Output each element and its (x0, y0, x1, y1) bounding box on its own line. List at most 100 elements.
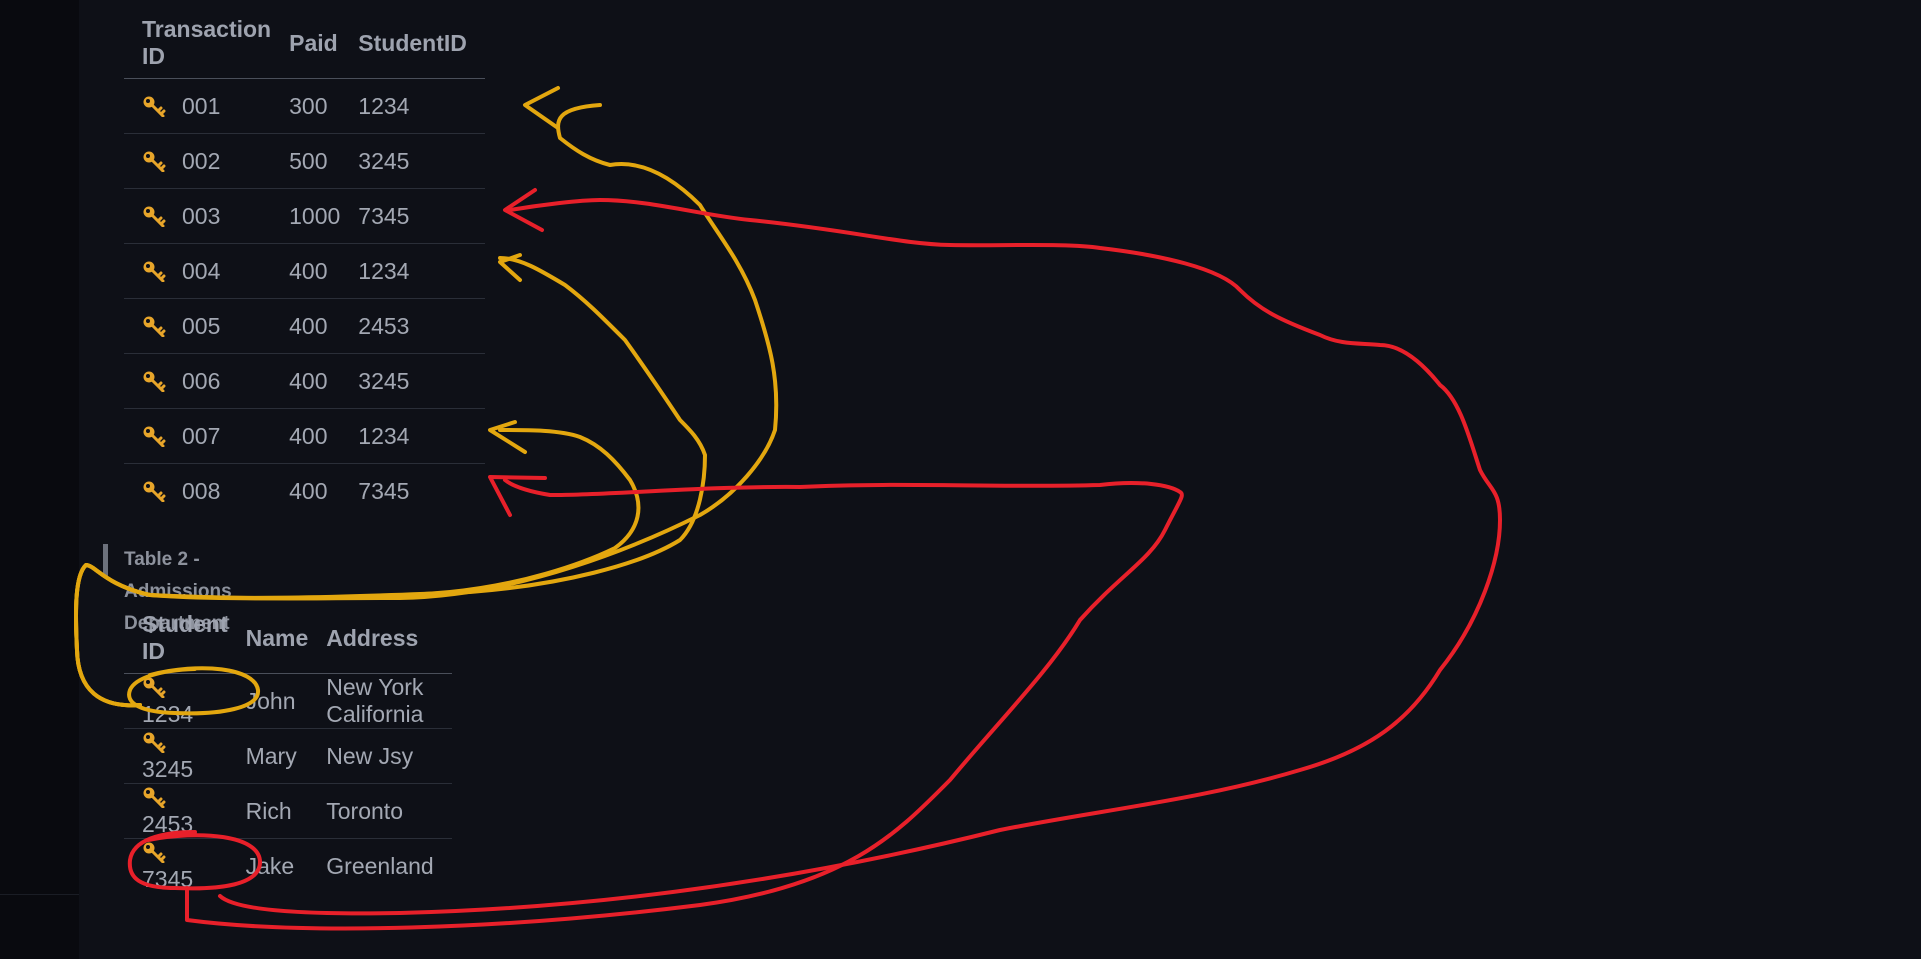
key-icon (142, 260, 168, 282)
students-body: 1234 John New York California 3245 Mary New J… (124, 673, 452, 894)
cell-text: 7345 (358, 202, 410, 229)
table-cell: Mary (227, 728, 309, 784)
table-cell: Jake (228, 839, 309, 894)
transactions-body: 001 300 1234 002 500 3245 003 1000 7345 004 400 123… (124, 78, 485, 519)
cell-text: 004 (182, 257, 221, 284)
yellow-arrowhead-2 (498, 253, 522, 282)
key-icon (142, 676, 168, 699)
cell-text: 400 (289, 477, 328, 504)
key-icon (142, 95, 168, 117)
key-icon (142, 480, 168, 502)
column-header-address: Address (308, 603, 452, 674)
table-caption: Table 2 - Admissions Department (103, 544, 232, 634)
key-cell: 1234 (124, 673, 228, 729)
key-cell: 007 (124, 408, 272, 464)
cell-text: 1234 (358, 422, 410, 449)
table-cell: 1234 (340, 78, 485, 134)
cell-text: 400 (289, 312, 328, 339)
key-icon (142, 370, 168, 392)
cell-text: 3245 (358, 147, 410, 174)
cell-text: 1234 (142, 701, 194, 727)
cell-text: 400 (289, 367, 328, 394)
table-row: 001 300 1234 (124, 78, 485, 134)
cell-text: 006 (182, 367, 221, 394)
table-row: 007 400 1234 (124, 408, 485, 464)
cell-text: 3245 (142, 756, 194, 782)
key-icon (142, 150, 168, 172)
table-header-row: Student ID Name Address (124, 603, 452, 674)
table-cell: 400 (271, 464, 340, 519)
key-icon (142, 731, 168, 754)
table-cell: 400 (271, 298, 341, 354)
cell-text: 400 (289, 422, 328, 449)
column-header-student-id: StudentID (340, 8, 485, 79)
table-cell: 3245 (340, 133, 485, 189)
key-cell: 008 (124, 464, 271, 519)
table-row: 008 400 7345 (124, 464, 485, 519)
cell-text: 1234 (358, 257, 410, 284)
cell-text: 2453 (358, 312, 410, 339)
yellow-arrowhead-3 (488, 420, 527, 454)
cell-text: 7345 (142, 866, 194, 892)
key-icon (142, 205, 168, 227)
column-header-paid: Paid (271, 8, 341, 79)
cell-text: 3245 (358, 367, 410, 394)
red-arrowhead-2 (503, 188, 544, 232)
table-cell: Toronto (308, 783, 452, 839)
cell-text: 2453 (142, 811, 194, 837)
table-cell: 400 (271, 243, 341, 299)
transactions-table: Transaction ID Paid StudentID 001 300 1234… (124, 8, 485, 518)
key-cell: 002 (124, 133, 272, 189)
cell-text: Mary (245, 742, 297, 769)
cell-text: Jake (245, 852, 295, 879)
table-cell: Greenland (308, 839, 451, 894)
table-row: 7345 Jake Greenland (124, 839, 452, 894)
key-icon (142, 841, 168, 864)
yellow-arrowhead-1 (523, 86, 560, 130)
cell-text: Rich (245, 797, 292, 824)
cell-text: 1000 (289, 202, 341, 229)
table-row: 3245 Mary New Jsy (124, 728, 452, 784)
table-cell: 300 (271, 78, 341, 134)
table-cell: New York California (308, 673, 452, 729)
table-cell: 400 (271, 408, 341, 464)
cell-text: Greenland (326, 852, 434, 879)
key-cell: 004 (124, 243, 272, 299)
key-cell: 7345 (124, 839, 228, 894)
cell-text: 007 (182, 422, 221, 449)
key-icon (142, 315, 168, 337)
table-row: 2453 Rich Toronto (124, 783, 452, 839)
cell-text: 008 (182, 477, 221, 504)
table-cell: New Jsy (308, 728, 452, 784)
key-cell: 2453 (124, 783, 228, 839)
cell-text: 1234 (358, 92, 410, 119)
cell-text: New York California (326, 674, 424, 727)
key-cell: 3245 (124, 728, 228, 784)
key-icon (142, 786, 168, 809)
key-cell: 005 (124, 298, 272, 354)
left-sidebar (0, 0, 79, 959)
column-header-transaction-id: Transaction ID (124, 8, 272, 79)
key-cell: 003 (124, 188, 272, 244)
table-cell: 400 (271, 353, 341, 409)
table-cell: Rich (227, 783, 309, 839)
red-arrowhead-1 (488, 475, 547, 517)
table-row: 002 500 3245 (124, 133, 485, 189)
table-row: 005 400 2453 (124, 298, 485, 354)
column-header-student-id: Student ID (124, 603, 228, 674)
table-cell: 2453 (340, 298, 485, 354)
cell-text: 002 (182, 147, 221, 174)
table-cell: 1234 (340, 408, 485, 464)
cell-text: 003 (182, 202, 221, 229)
table-cell: John (227, 673, 309, 729)
table-cell: 500 (271, 133, 341, 189)
table-row: 1234 John New York California (124, 673, 452, 729)
table-row: 004 400 1234 (124, 243, 485, 299)
table-row: 006 400 3245 (124, 353, 485, 409)
column-header-name: Name (227, 603, 309, 674)
students-table: Student ID Name Address 1234 John New York… (124, 603, 452, 893)
cell-text: 500 (289, 147, 328, 174)
table-cell: 3245 (340, 353, 485, 409)
sidebar-divider (0, 894, 79, 895)
cell-text: 300 (289, 92, 328, 119)
